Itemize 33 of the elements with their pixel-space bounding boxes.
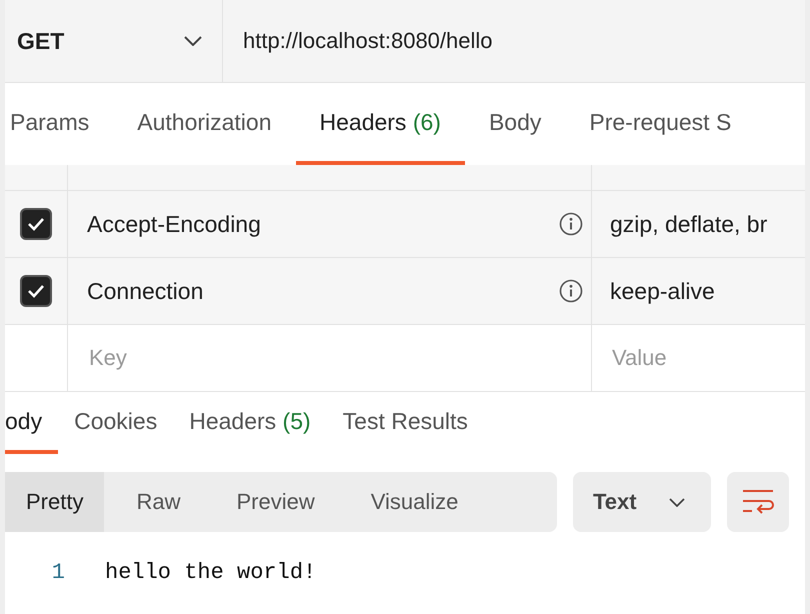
view-mode-tab[interactable]: Visualize xyxy=(346,472,482,532)
chevron-down-icon xyxy=(669,498,685,506)
header-value: gzip, deflate, br xyxy=(610,210,768,238)
response-tab[interactable]: Cookies xyxy=(58,392,174,454)
response-tab[interactable]: Headers (5) xyxy=(173,392,327,454)
request-tab[interactable]: Body xyxy=(464,83,566,165)
checkbox[interactable] xyxy=(20,208,52,240)
view-mode-tab[interactable]: Pretty xyxy=(5,472,104,532)
method-dropdown[interactable]: GET xyxy=(5,0,223,82)
request-tab[interactable]: Authorization xyxy=(113,83,296,165)
header-key: Accept-Encoding xyxy=(87,210,261,238)
checkbox[interactable] xyxy=(20,275,52,307)
url-field[interactable]: http://localhost:8080/hello xyxy=(223,0,805,82)
header-key: Connection xyxy=(87,278,204,304)
chevron-down-icon xyxy=(184,36,202,46)
method-label: GET xyxy=(17,28,64,54)
request-tab[interactable]: Pre-request S xyxy=(565,83,756,165)
wrap-lines-button[interactable] xyxy=(727,472,789,532)
view-mode-tab[interactable]: Raw xyxy=(112,472,204,532)
info-icon[interactable] xyxy=(559,279,583,303)
code-text: hello the world! xyxy=(105,560,316,585)
format-dropdown[interactable]: Text xyxy=(573,472,711,532)
wrap-lines-icon xyxy=(742,489,774,515)
format-label: Text xyxy=(593,489,637,515)
response-tab[interactable]: Test Results xyxy=(326,392,484,454)
key-input[interactable]: Key xyxy=(87,344,241,372)
value-input[interactable]: Value xyxy=(610,344,764,372)
response-tab[interactable]: ody xyxy=(5,392,58,454)
line-number: 1 xyxy=(50,560,66,585)
info-icon[interactable] xyxy=(559,212,583,236)
view-mode-tab[interactable]: Preview xyxy=(212,472,339,532)
header-value: keep-alive xyxy=(610,278,715,304)
request-tab[interactable]: Params xyxy=(5,83,114,165)
